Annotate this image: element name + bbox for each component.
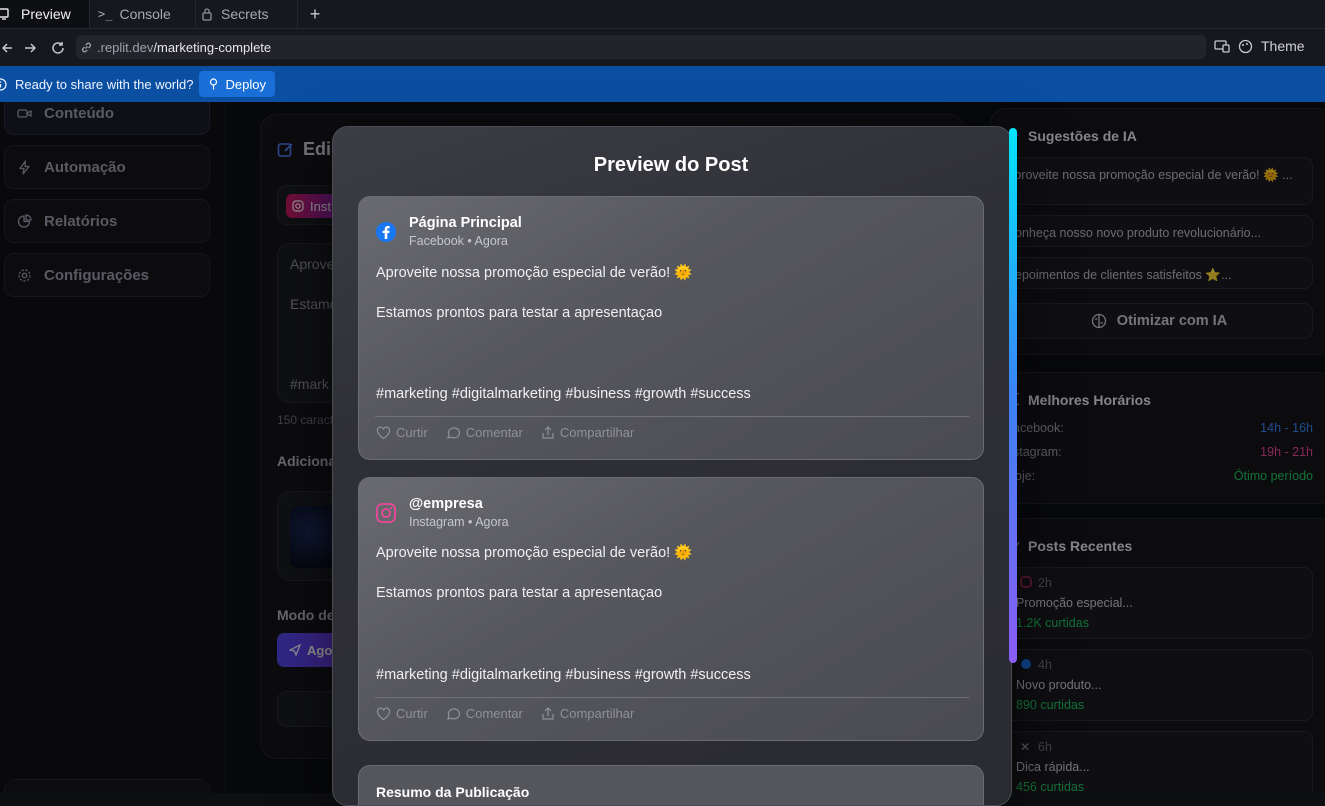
new-tab-button[interactable]: + bbox=[298, 0, 332, 28]
share-label: Compartilhar bbox=[559, 706, 635, 721]
post-meta: Facebook • Agora bbox=[409, 234, 508, 248]
reload-button[interactable] bbox=[44, 41, 72, 55]
url-path: /marketing-complete bbox=[153, 39, 272, 55]
post-divider bbox=[375, 416, 969, 417]
comment-button[interactable]: Comentar bbox=[446, 425, 523, 440]
url-input[interactable]: .replit.dev/marketing-complete bbox=[76, 35, 1206, 59]
post-divider bbox=[375, 697, 969, 698]
comment-button[interactable]: Comentar bbox=[446, 706, 523, 721]
theme-toggle[interactable]: Theme bbox=[1214, 38, 1305, 54]
modal-title: Preview do Post bbox=[593, 154, 749, 176]
tab-secrets[interactable]: Secrets bbox=[196, 0, 298, 28]
facebook-icon bbox=[375, 221, 397, 248]
post-account-name: @empresa bbox=[409, 496, 483, 512]
tab-preview[interactable]: Preview bbox=[0, 0, 90, 28]
heart-icon bbox=[376, 707, 391, 721]
post-body-line1: Aproveite nossa promoção especial de ver… bbox=[376, 265, 693, 281]
modal-scrollbar[interactable] bbox=[1009, 128, 1017, 663]
terminal-icon: >_ bbox=[98, 7, 113, 21]
browser-tab-strip: Preview >_ Console Secrets + bbox=[0, 0, 1325, 29]
post-account-name: Página Principal bbox=[409, 215, 522, 231]
like-label: Curtir bbox=[396, 706, 428, 721]
share-icon bbox=[541, 706, 555, 721]
url-host: .replit.dev bbox=[97, 39, 154, 55]
tab-console[interactable]: >_ Console bbox=[90, 0, 196, 28]
forward-button[interactable] bbox=[16, 42, 44, 54]
like-button[interactable]: Curtir bbox=[376, 425, 428, 440]
banner-text: Ready to share with the world? bbox=[15, 76, 194, 92]
like-button[interactable]: Curtir bbox=[376, 706, 428, 721]
publication-summary: Resumo da Publicação bbox=[358, 765, 984, 805]
deploy-icon bbox=[208, 78, 219, 90]
summary-title: Resumo da Publicação bbox=[376, 784, 530, 800]
lock-icon bbox=[200, 7, 214, 21]
instagram-icon bbox=[375, 502, 397, 529]
post-hashtags: #marketing #digitalmarketing #business #… bbox=[376, 386, 751, 402]
arrow-left-icon bbox=[2, 42, 14, 54]
reload-icon bbox=[51, 41, 65, 55]
facebook-post-preview: Página Principal Facebook • Agora Aprove… bbox=[358, 196, 984, 460]
tab-preview-label: Preview bbox=[21, 6, 71, 22]
deploy-banner: Ready to share with the world? Deploy bbox=[0, 66, 1325, 102]
comment-label: Comentar bbox=[465, 706, 523, 721]
comment-icon bbox=[446, 426, 461, 440]
post-meta: Instagram • Agora bbox=[409, 515, 509, 529]
palette-icon bbox=[1238, 39, 1253, 54]
tab-console-label: Console bbox=[119, 6, 171, 22]
comment-icon bbox=[446, 707, 461, 721]
tab-secrets-label: Secrets bbox=[221, 6, 269, 22]
post-body-line1: Aproveite nossa promoção especial de ver… bbox=[376, 545, 693, 561]
devices-icon bbox=[1214, 39, 1230, 53]
share-label: Compartilhar bbox=[559, 425, 635, 440]
monitor-icon bbox=[0, 7, 14, 21]
address-bar-row: .replit.dev/marketing-complete Theme bbox=[0, 29, 1325, 66]
info-icon bbox=[0, 77, 7, 91]
like-label: Curtir bbox=[396, 425, 428, 440]
deploy-button[interactable]: Deploy bbox=[199, 71, 275, 97]
deploy-label: Deploy bbox=[225, 76, 266, 92]
share-icon bbox=[541, 425, 555, 440]
post-header: @empresa Instagram • Agora bbox=[375, 496, 509, 529]
share-button[interactable]: Compartilhar bbox=[541, 425, 634, 440]
share-button[interactable]: Compartilhar bbox=[541, 706, 634, 721]
post-preview-modal: Preview do Post Página Principal Faceboo… bbox=[332, 126, 1012, 806]
link-icon bbox=[80, 41, 93, 54]
post-hashtags: #marketing #digitalmarketing #business #… bbox=[376, 667, 751, 683]
post-body-line2: Estamos prontos para testar a apresentaç… bbox=[376, 305, 663, 321]
theme-label: Theme bbox=[1261, 38, 1305, 54]
post-body-line2: Estamos prontos para testar a apresentaç… bbox=[376, 585, 663, 601]
arrow-right-icon bbox=[24, 42, 36, 54]
heart-icon bbox=[376, 426, 391, 440]
post-actions: Curtir Comentar Compartilhar bbox=[376, 425, 634, 440]
post-header: Página Principal Facebook • Agora bbox=[375, 215, 522, 248]
post-actions: Curtir Comentar Compartilhar bbox=[376, 706, 634, 721]
back-button[interactable] bbox=[0, 42, 16, 54]
comment-label: Comentar bbox=[465, 425, 523, 440]
instagram-post-preview: @empresa Instagram • Agora Aproveite nos… bbox=[358, 477, 984, 741]
